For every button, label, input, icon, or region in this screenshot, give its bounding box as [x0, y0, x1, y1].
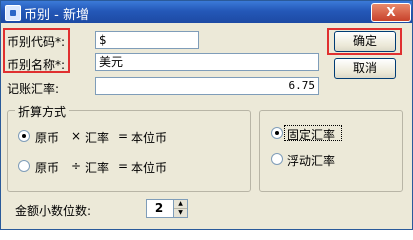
multiply-c: 本位币	[131, 131, 168, 145]
multiply-eq: =	[118, 129, 129, 143]
divide-c: 本位币	[131, 161, 168, 175]
code-label: 币别代码*:	[7, 35, 66, 49]
fixed-rate-label: 固定汇率	[287, 128, 336, 142]
title-bar: 币别 - 新增 X	[1, 1, 412, 23]
stepper-up-icon[interactable]: ▲	[174, 200, 187, 209]
multiply-op: ×	[71, 129, 82, 143]
decimals-value: 2	[154, 201, 164, 215]
stepper-buttons: ▲ ▼	[173, 200, 187, 217]
currency-dialog: 币别 - 新增 X 币别代码*: $ 币别名称*: 美元 记账汇率: 6.75 …	[0, 0, 413, 230]
multiply-b: 汇率	[85, 131, 110, 145]
ok-button[interactable]: 确定	[334, 31, 396, 52]
app-icon	[5, 5, 21, 21]
decimals-stepper[interactable]: 2 ▲ ▼	[146, 199, 188, 218]
rate-type-group	[259, 110, 403, 192]
divide-radio[interactable]	[18, 160, 30, 172]
divide-eq: =	[118, 159, 129, 173]
cancel-button[interactable]: 取消	[334, 58, 396, 79]
divide-b: 汇率	[85, 161, 110, 175]
conversion-group	[7, 110, 251, 192]
name-label: 币别名称*:	[7, 58, 66, 72]
divide-a: 原币	[35, 161, 60, 175]
close-button[interactable]: X	[371, 3, 411, 22]
floating-rate-label: 浮动汇率	[287, 154, 336, 168]
rate-input[interactable]: 6.75	[95, 77, 319, 95]
conversion-group-title: 折算方式	[15, 103, 70, 120]
fixed-rate-radio[interactable]	[271, 127, 283, 139]
floating-rate-radio[interactable]	[271, 153, 283, 165]
stepper-down-icon[interactable]: ▼	[174, 209, 187, 217]
code-input[interactable]: $	[95, 31, 199, 49]
multiply-a: 原币	[35, 131, 60, 145]
name-input[interactable]: 美元	[95, 53, 319, 71]
divide-op: ÷	[71, 159, 82, 173]
multiply-radio[interactable]	[18, 130, 30, 142]
decimals-label: 金额小数位数:	[15, 204, 92, 218]
rate-label: 记账汇率:	[7, 82, 60, 96]
window-title: 币别 - 新增	[24, 8, 89, 23]
